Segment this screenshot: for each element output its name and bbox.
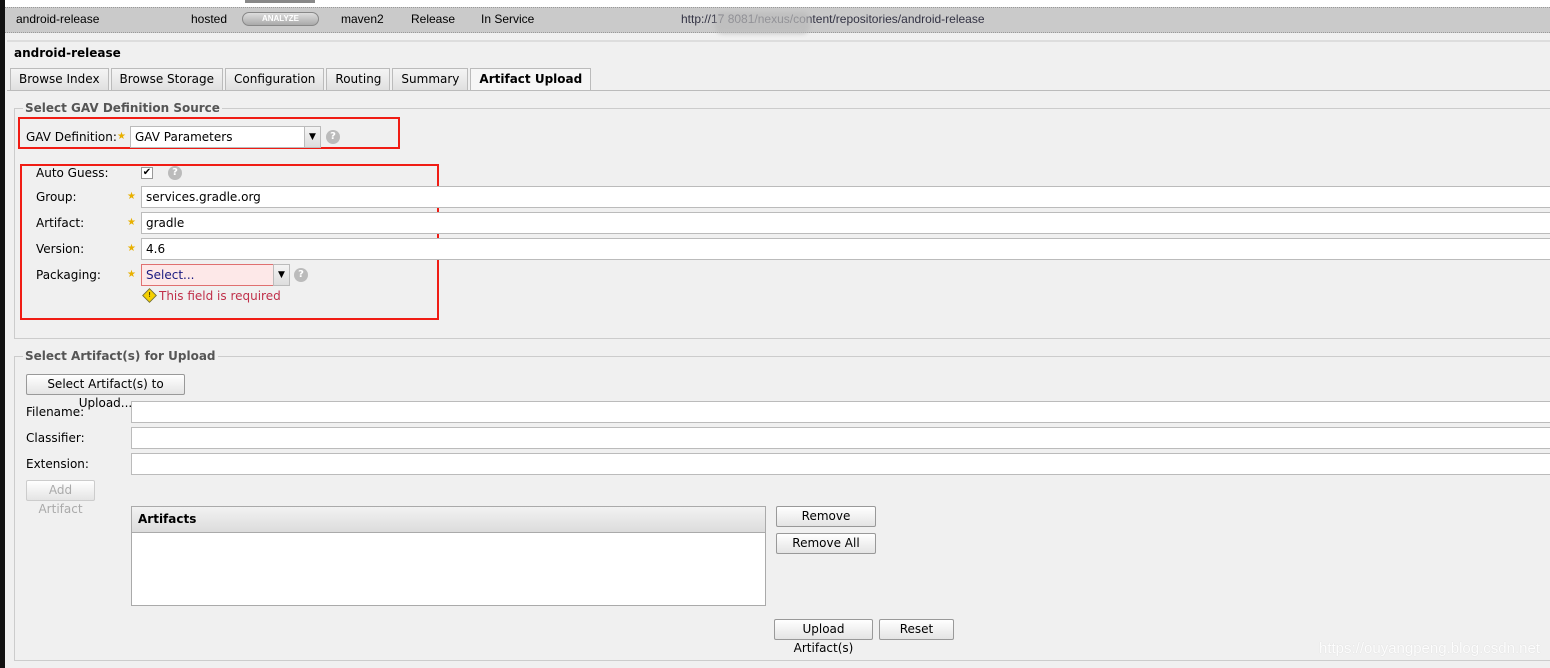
tab-browse-index[interactable]: Browse Index	[10, 68, 109, 90]
help-icon[interactable]: ?	[294, 268, 308, 282]
gav-definition-select[interactable]: GAV Parameters	[130, 126, 305, 148]
extension-input[interactable]	[131, 453, 1550, 475]
add-artifact-button[interactable]: Add Artifact	[26, 480, 95, 516]
required-star-icon: ★	[127, 217, 136, 228]
help-icon[interactable]: ?	[168, 166, 182, 180]
upload-legend: Select Artifact(s) for Upload	[25, 349, 216, 363]
version-input[interactable]: 4.6	[141, 238, 1550, 260]
tab-artifact-upload[interactable]: Artifact Upload	[470, 68, 592, 90]
artifact-input[interactable]: gradle	[141, 212, 1550, 234]
analyze-button[interactable]: ANALYZE	[242, 12, 319, 26]
repo-name: android-release	[16, 12, 100, 26]
filename-input[interactable]	[131, 401, 1550, 423]
watermark: https://ouyangpeng.blog.csdn.net	[1318, 640, 1540, 657]
packaging-select[interactable]: Select...	[141, 264, 274, 286]
remove-button[interactable]: Remove	[776, 506, 876, 527]
repo-format: maven2	[341, 12, 384, 26]
extension-label: Extension:	[26, 457, 89, 471]
reset-button[interactable]: Reset	[879, 619, 954, 640]
artifacts-grid[interactable]: Artifacts	[131, 506, 766, 606]
gav-definition-label: GAV Definition:	[26, 130, 117, 144]
divider	[7, 90, 1550, 91]
version-label: Version:	[36, 242, 85, 256]
packaging-error: This field is required	[159, 289, 281, 303]
required-star-icon: ★	[117, 131, 126, 142]
upload-artifacts-button[interactable]: Upload Artifact(s)	[774, 619, 873, 655]
tab-routing[interactable]: Routing	[326, 68, 391, 90]
repo-policy: Release	[411, 12, 456, 26]
packaging-label: Packaging:	[36, 268, 101, 282]
scroll-thumb[interactable]	[245, 0, 315, 3]
filename-label: Filename:	[26, 405, 85, 419]
panel-title: android-release	[14, 46, 121, 60]
tab-summary[interactable]: Summary	[392, 68, 469, 90]
required-star-icon: ★	[127, 243, 136, 254]
tab-browse-storage[interactable]: Browse Storage	[110, 68, 224, 90]
redaction-blur	[715, 12, 810, 34]
required-star-icon: ★	[127, 191, 136, 202]
tab-bar: Browse Index Browse Storage Configuratio…	[10, 68, 592, 90]
help-icon[interactable]: ?	[326, 130, 340, 144]
classifier-label: Classifier:	[26, 431, 85, 445]
group-input[interactable]: services.gradle.org	[141, 186, 1550, 208]
remove-all-button[interactable]: Remove All	[776, 533, 876, 554]
window-edge	[0, 0, 5, 668]
chevron-down-icon[interactable]: ▼	[273, 264, 290, 286]
upload-fieldset: Select Artifact(s) for Upload	[14, 349, 1550, 661]
auto-guess-checkbox[interactable]: ✔	[141, 167, 153, 179]
tab-configuration[interactable]: Configuration	[225, 68, 325, 90]
chevron-down-icon[interactable]: ▼	[304, 126, 321, 148]
repo-type: hosted	[191, 12, 228, 26]
auto-guess-label: Auto Guess:	[36, 166, 109, 180]
select-artifacts-button[interactable]: Select Artifact(s) to Upload...	[26, 374, 185, 410]
artifacts-header: Artifacts	[132, 507, 765, 533]
required-star-icon: ★	[127, 269, 136, 280]
repo-status: In Service	[481, 12, 535, 26]
classifier-input[interactable]	[131, 427, 1550, 449]
top-area	[5, 0, 1550, 7]
artifact-label: Artifact:	[36, 216, 85, 230]
gav-source-legend: Select GAV Definition Source	[25, 101, 220, 115]
group-label: Group:	[36, 190, 77, 204]
